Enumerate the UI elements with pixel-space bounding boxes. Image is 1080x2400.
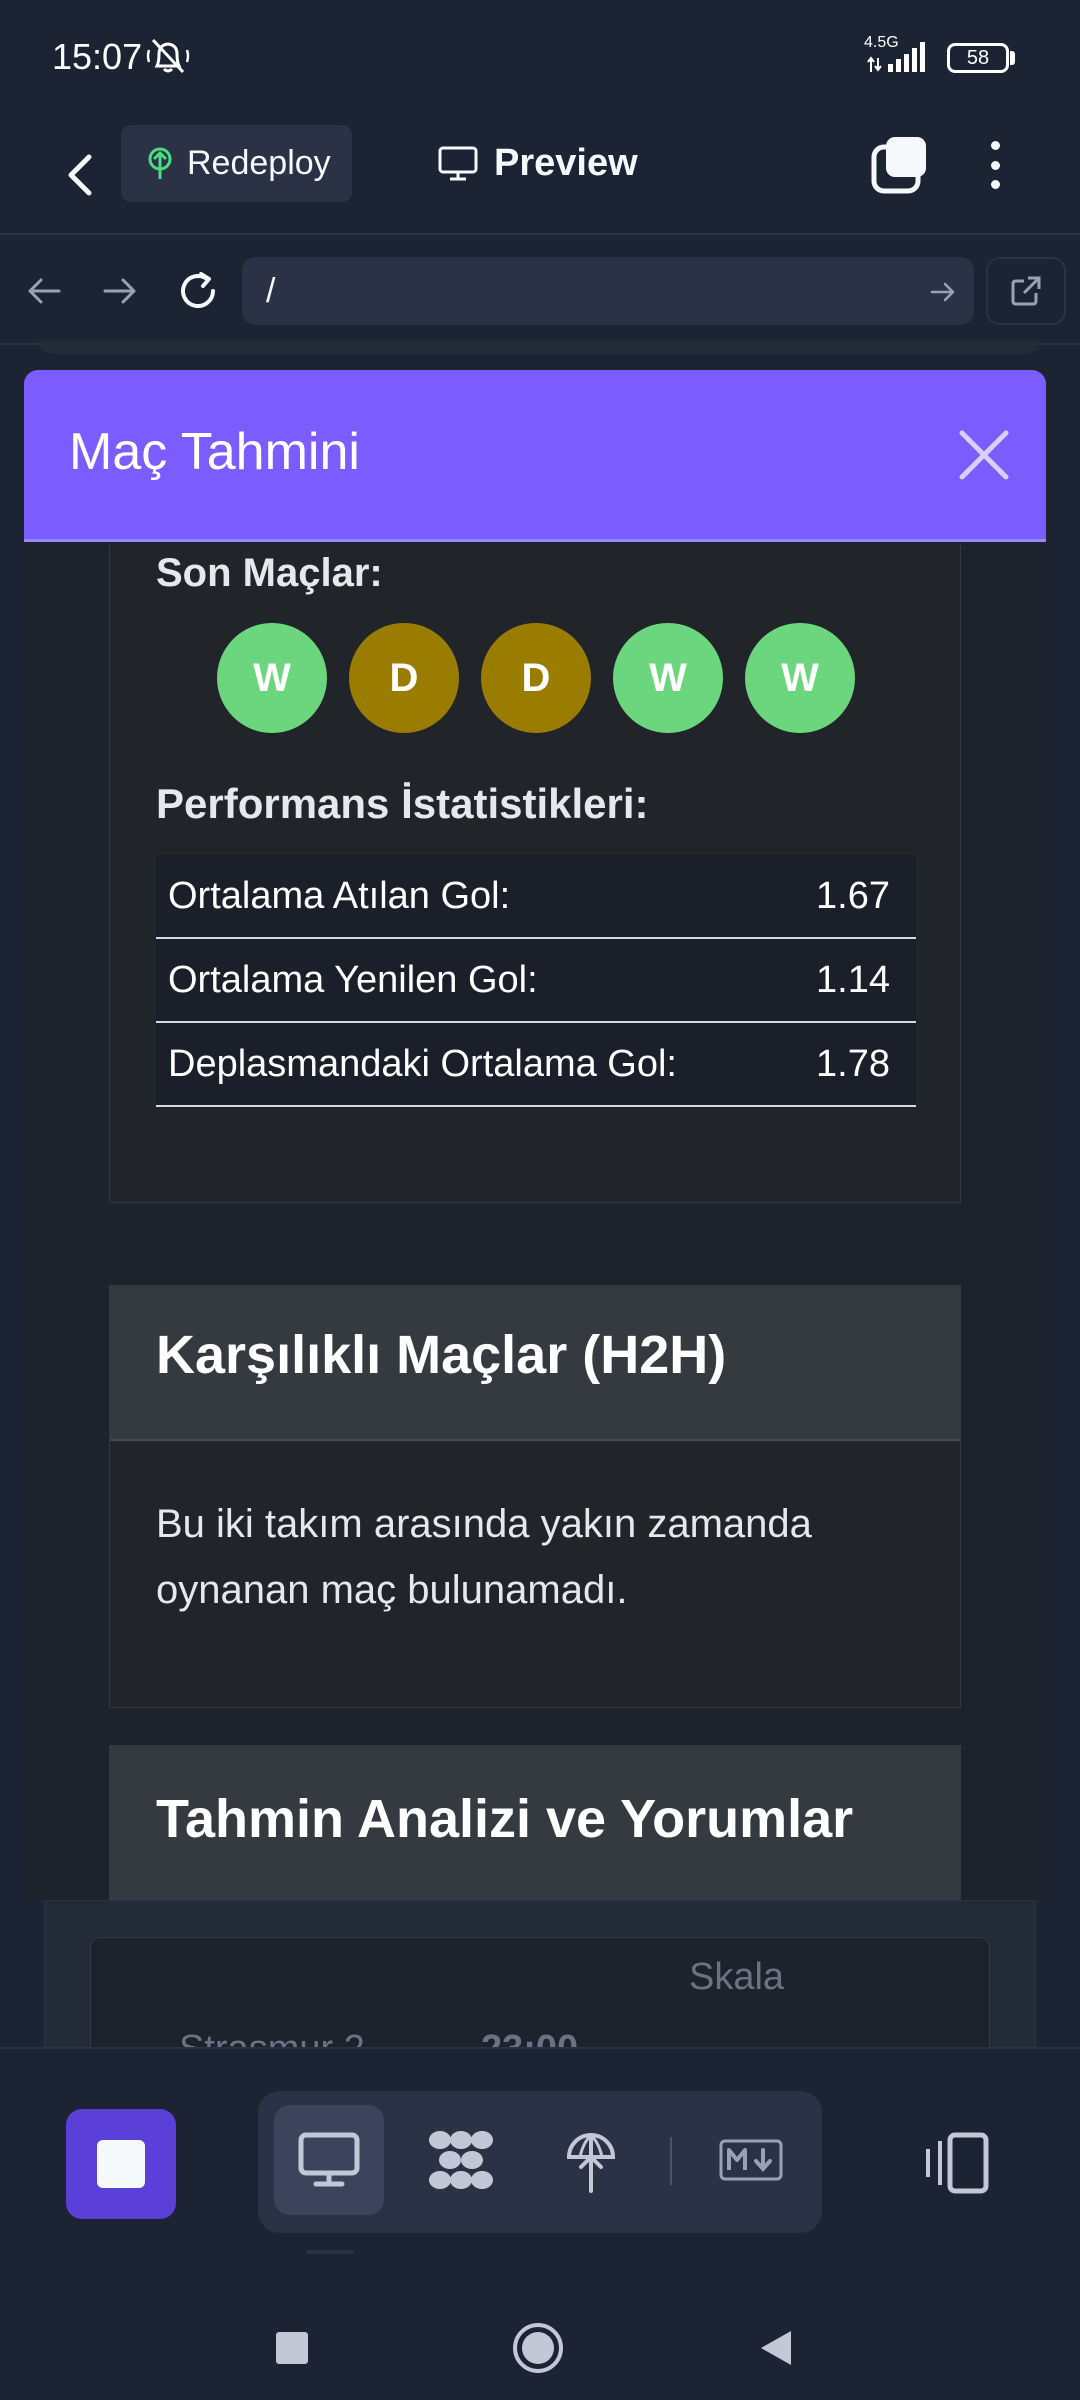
stats-table: Ortalama Atılan Gol: 1.67 Ortalama Yenil…	[156, 855, 916, 1107]
stop-button[interactable]	[66, 2109, 176, 2219]
dot	[990, 141, 1000, 150]
form-badge-win: W	[745, 623, 855, 733]
toolbar-divider	[670, 2137, 672, 2185]
deploy-icon	[566, 2132, 616, 2193]
open-external-button[interactable]	[986, 257, 1066, 325]
redeploy-button[interactable]: Redeploy	[121, 125, 352, 202]
analysis-card-header: Tahmin Analizi ve Yorumlar	[110, 1746, 960, 1900]
back-button[interactable]	[52, 137, 108, 213]
modal-title: Maç Tahmini	[69, 423, 360, 481]
status-time: 15:07	[52, 36, 143, 77]
browser-back-button[interactable]	[18, 265, 70, 317]
monitor-icon	[438, 146, 478, 180]
workflows-tool-button[interactable]	[406, 2105, 516, 2215]
stat-label: Deplasmandaki Ortalama Gol:	[168, 1042, 677, 1085]
markdown-tool-button[interactable]	[696, 2105, 806, 2215]
stat-value: 1.14	[816, 958, 890, 1001]
form-badge-win: W	[613, 623, 723, 733]
analysis-card: Tahmin Analizi ve Yorumlar	[109, 1745, 961, 1900]
team-stats-card: Son Maçlar: W D D W W Performans İstatis…	[109, 545, 961, 1203]
preview-icon	[298, 2132, 360, 2187]
status-bar: 15:07 4.5G 58	[0, 0, 1080, 115]
redeploy-label: Redeploy	[187, 144, 331, 182]
app-header: Redeploy Preview	[0, 115, 1080, 235]
ghost-team-name: Skala	[689, 1956, 785, 1998]
h2h-card: Karşılıklı Maçlar (H2H) Bu iki takım ara…	[109, 1285, 961, 1708]
stat-row: Ortalama Atılan Gol: 1.67	[156, 855, 916, 939]
tool-group	[258, 2091, 822, 2233]
url-input[interactable]: /	[242, 257, 974, 325]
device-switch-icon[interactable]	[920, 2129, 990, 2195]
form-badge-draw: D	[349, 623, 459, 733]
close-icon[interactable]	[954, 425, 1014, 485]
markdown-icon	[719, 2139, 783, 2181]
recent-matches-label: Son Maçlar:	[156, 551, 383, 595]
browser-bar: /	[0, 237, 1080, 345]
android-nav-bar	[0, 2272, 1080, 2400]
h2h-card-header: Karşılıklı Maçlar (H2H)	[110, 1286, 960, 1441]
stat-row: Ortalama Yenilen Gol: 1.14	[156, 939, 916, 1023]
arrow-left-icon	[28, 278, 61, 304]
tabs-icon[interactable]	[870, 135, 930, 195]
home-icon[interactable]	[512, 2322, 564, 2374]
h2h-empty-message: Bu iki takım arasında yakın zamanda oyna…	[156, 1502, 812, 1612]
form-badge-win: W	[217, 623, 327, 733]
prediction-modal: Maç Tahmini Son Maçlar: W D D W W Perfor…	[24, 370, 1046, 1900]
muted-bell-icon	[146, 38, 190, 74]
modal-body[interactable]: Son Maçlar: W D D W W Performans İstatis…	[24, 545, 1046, 1900]
form-badge-draw: D	[481, 623, 591, 733]
reload-icon	[181, 272, 215, 308]
deploy-icon	[148, 147, 172, 179]
stat-label: Ortalama Yenilen Gol:	[168, 958, 538, 1001]
reload-button[interactable]	[172, 265, 224, 317]
stat-label: Ortalama Atılan Gol:	[168, 874, 511, 917]
battery-indicator: 58	[947, 43, 1009, 73]
arrow-right-icon	[103, 278, 136, 304]
modal-header: Maç Tahmini	[24, 370, 1046, 542]
more-options-button[interactable]	[975, 135, 1015, 195]
preview-tab[interactable]: Preview	[438, 125, 638, 202]
background-match-row: Strasmur 2 23:00 Skala	[90, 1937, 990, 2057]
browser-forward-button[interactable]	[94, 265, 146, 317]
h2h-title: Karşılıklı Maçlar (H2H)	[156, 1325, 727, 1385]
workflows-icon	[429, 2131, 493, 2189]
url-text: /	[266, 272, 276, 310]
performance-stats-label: Performans İstatistikleri:	[156, 780, 649, 827]
analysis-title: Tahmin Analizi ve Yorumlar	[156, 1789, 854, 1849]
dot	[990, 180, 1000, 189]
background-card	[38, 340, 1040, 354]
preview-label: Preview	[494, 142, 638, 184]
dot	[990, 160, 1000, 170]
arrow-right-icon[interactable]	[930, 279, 956, 305]
recents-icon[interactable]	[274, 2330, 310, 2366]
battery-tip	[1010, 51, 1015, 65]
deploy-tool-button[interactable]	[536, 2105, 646, 2215]
stop-icon	[97, 2140, 145, 2188]
stat-row: Deplasmandaki Ortalama Gol: 1.78	[156, 1023, 916, 1107]
bottom-toolbar	[0, 2047, 1080, 2272]
stat-value: 1.67	[816, 874, 890, 917]
stat-value: 1.78	[816, 1042, 890, 1085]
external-link-icon	[1011, 276, 1041, 306]
system-back-icon[interactable]	[758, 2328, 794, 2368]
chevron-left-icon	[68, 154, 92, 196]
toolbar-indicator	[306, 2250, 354, 2254]
preview-tool-button[interactable]	[274, 2105, 384, 2215]
signal-icon	[867, 42, 925, 72]
